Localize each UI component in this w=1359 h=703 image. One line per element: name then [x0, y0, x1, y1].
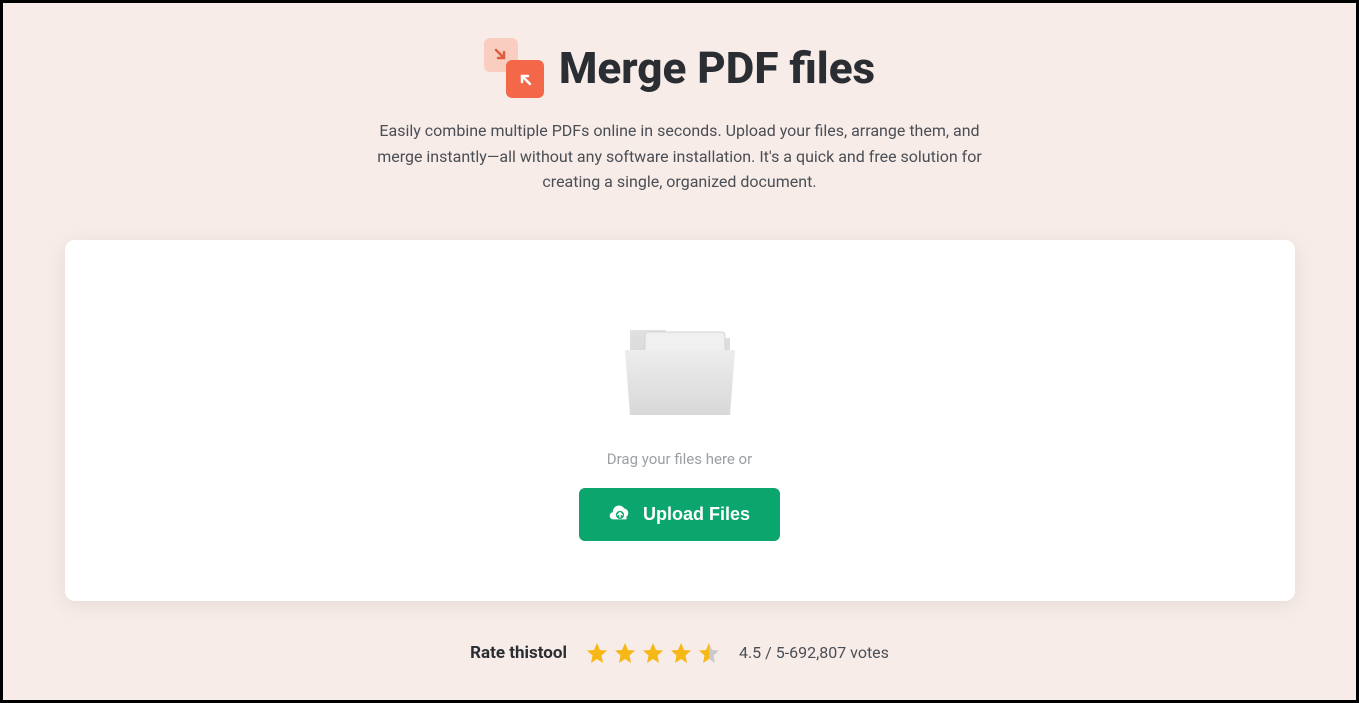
- arrow-up-left-icon: [518, 72, 532, 86]
- page-header: Merge PDF files: [484, 38, 875, 98]
- star-half-icon[interactable]: [697, 641, 721, 665]
- upload-dropzone[interactable]: Drag your files here or Upload Files: [65, 240, 1295, 601]
- rating-score-text: 4.5 / 5-692,807 votes: [739, 643, 889, 662]
- star-icon[interactable]: [669, 641, 693, 665]
- upload-button-label: Upload Files: [643, 504, 750, 525]
- star-icon[interactable]: [585, 641, 609, 665]
- star-icon[interactable]: [613, 641, 637, 665]
- star-icon[interactable]: [641, 641, 665, 665]
- rating-section: Rate thistool 4.5 / 5-692,807 votes: [470, 641, 889, 665]
- upload-files-button[interactable]: Upload Files: [579, 488, 780, 541]
- page-subtitle: Easily combine multiple PDFs online in s…: [360, 118, 1000, 195]
- page-title: Merge PDF files: [559, 42, 875, 94]
- folder-icon: [615, 310, 745, 420]
- cloud-upload-icon: [609, 505, 631, 523]
- drag-hint-text: Drag your files here or: [607, 450, 752, 468]
- merge-icon: [484, 38, 544, 98]
- arrow-down-right-icon: [494, 48, 508, 62]
- rate-label: Rate thistool: [470, 643, 567, 663]
- star-rating[interactable]: [585, 641, 721, 665]
